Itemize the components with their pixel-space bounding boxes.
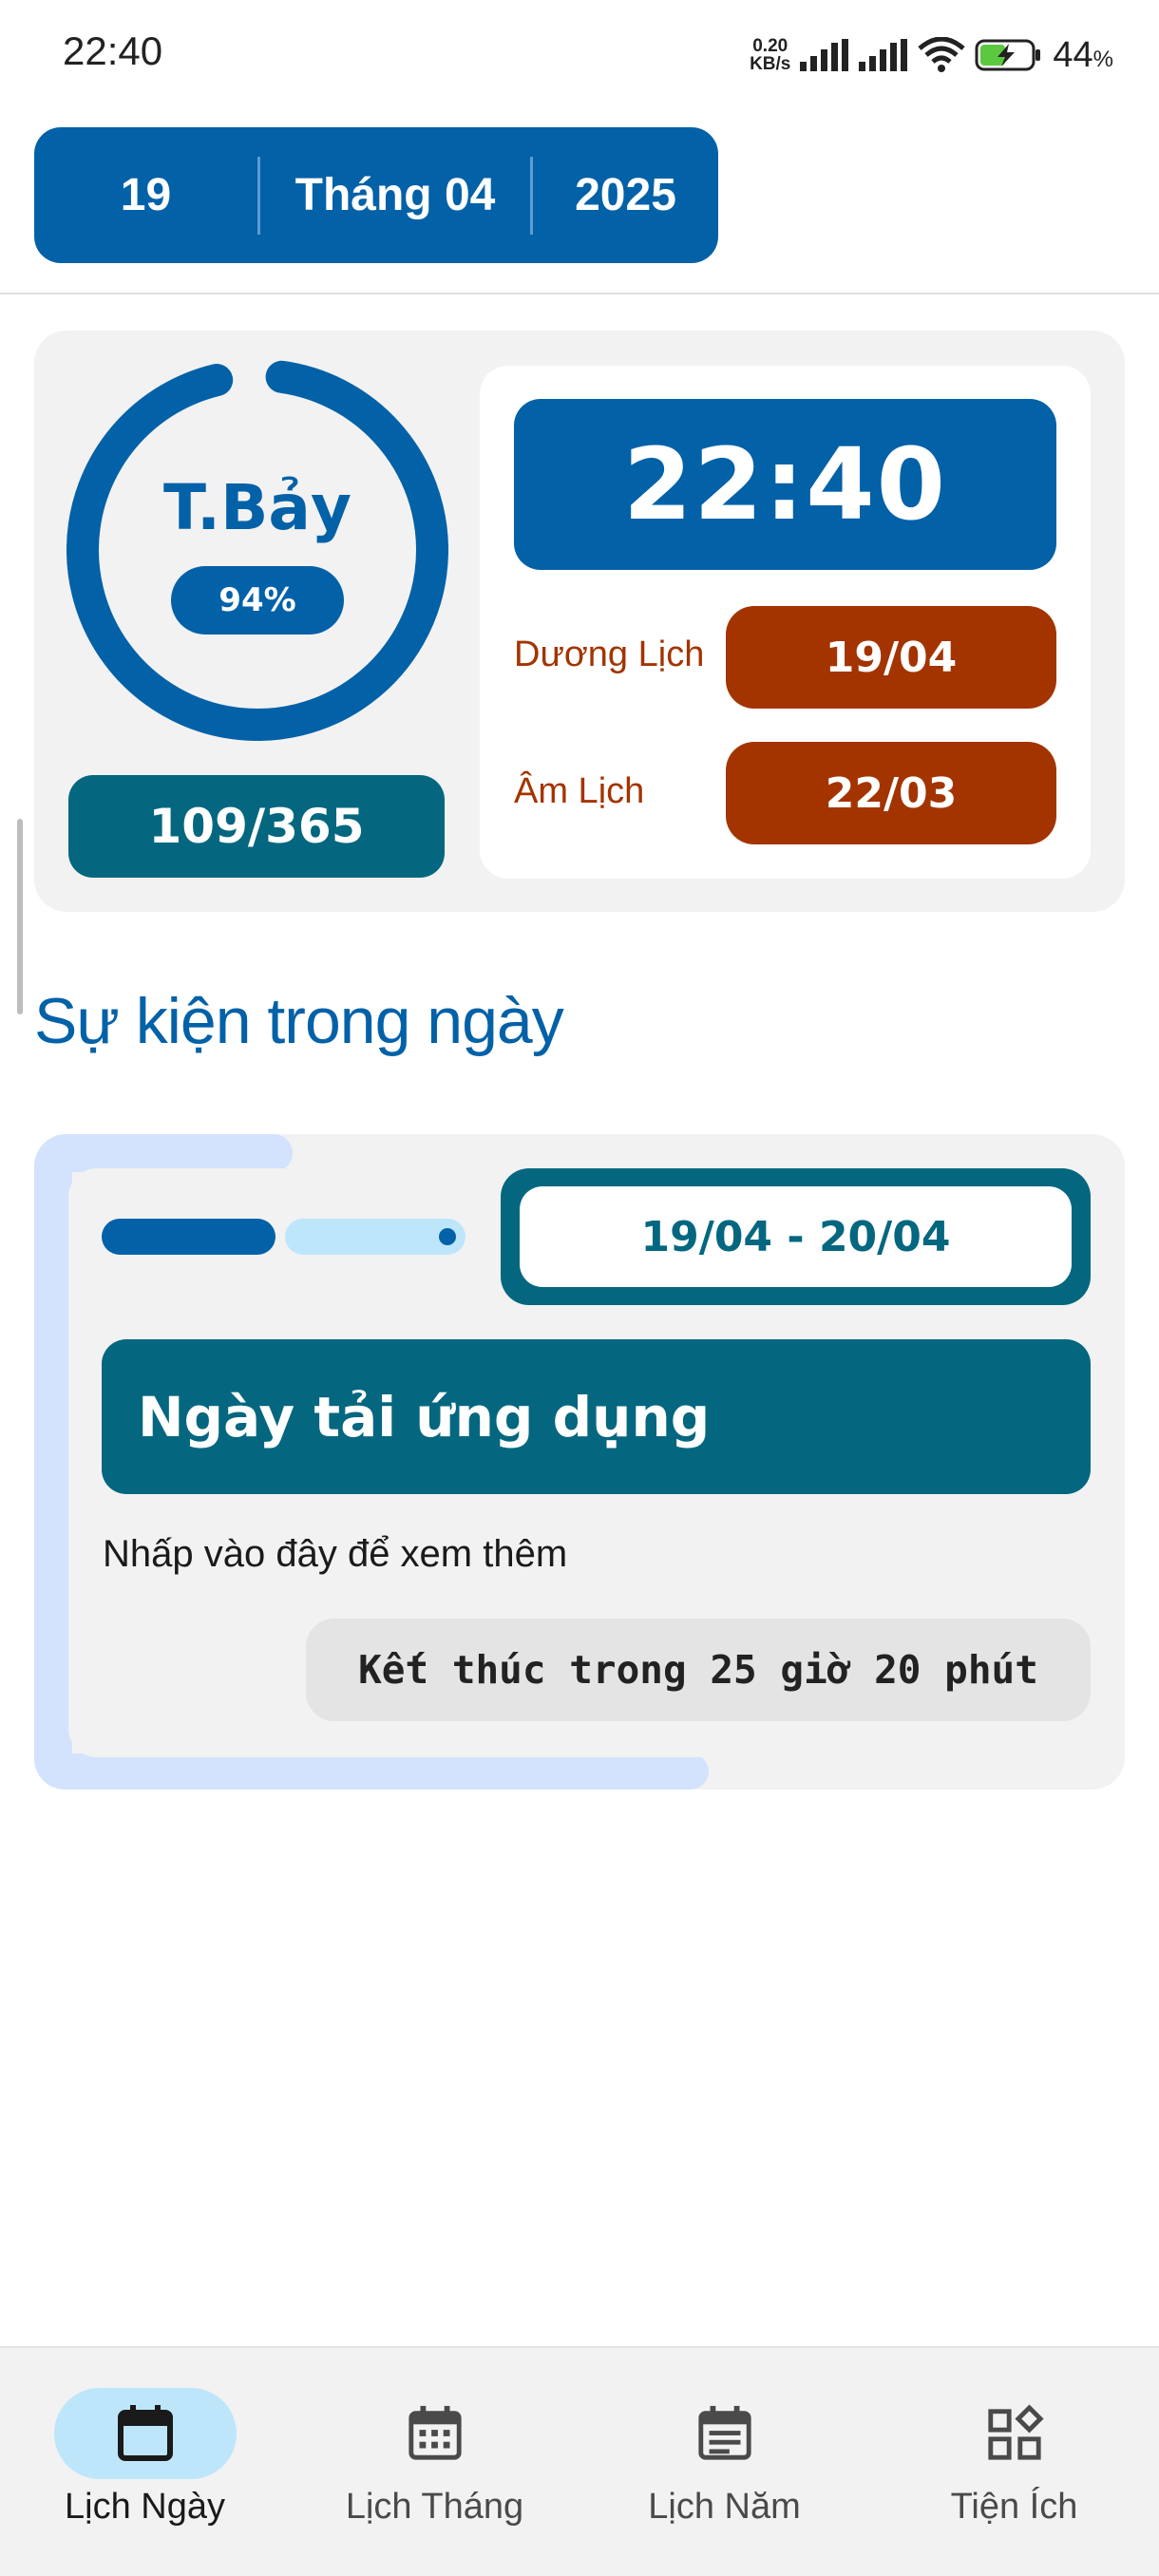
nav-icon-slot	[634, 2388, 816, 2479]
weekday-label: T.Bảy	[163, 471, 352, 544]
solar-calendar-label: Dương Lịch	[514, 635, 705, 674]
nav-icon-slot	[923, 2388, 1106, 2479]
event-card-accent-left	[34, 1134, 72, 1790]
event-card-accent-top	[34, 1134, 293, 1172]
date-picker: 19 Tháng 04 2025	[34, 127, 718, 263]
nav-label: Lịch Năm	[648, 2487, 801, 2527]
current-time: 22:40	[514, 399, 1056, 570]
nav-label: Lịch Ngày	[65, 2487, 225, 2527]
event-progress-elapsed	[102, 1219, 276, 1255]
day-of-year-badge: 109/365	[68, 775, 445, 878]
net-speed-unit: KB/s	[750, 54, 791, 74]
day-progress-arc	[66, 359, 448, 741]
event-countdown: Kết thúc trong 25 giờ 20 phút	[306, 1619, 1091, 1721]
nav-label: Lịch Tháng	[345, 2487, 524, 2527]
net-speed: 0.20 KB/s	[750, 37, 790, 73]
event-date-range: 19/04 - 20/04	[520, 1186, 1072, 1287]
calendar-day-icon	[117, 2405, 173, 2461]
widgets-icon	[987, 2404, 1044, 2460]
calendar-year-icon	[697, 2405, 751, 2460]
battery-level: 44%	[1053, 35, 1113, 76]
nav-label: Tiện Ích	[950, 2487, 1078, 2527]
year-selector[interactable]: 2025	[533, 127, 718, 263]
signal-1-icon	[800, 39, 849, 71]
day-progress-ring	[66, 359, 448, 741]
solar-date-badge[interactable]: 19/04	[726, 606, 1056, 709]
nav-icon-slot	[344, 2388, 526, 2479]
day-progress-badge: 94%	[171, 566, 344, 635]
battery-charging-icon	[975, 39, 1041, 71]
nav-active-indicator	[53, 2388, 237, 2479]
event-progress-marker	[439, 1228, 456, 1245]
calendar-month-icon	[408, 2405, 462, 2460]
scroll-indicator[interactable]	[17, 819, 23, 1014]
status-time: 22:40	[63, 28, 163, 73]
signal-2-icon	[859, 39, 908, 71]
net-speed-value: 0.20	[752, 36, 788, 56]
nav-item-yearly[interactable]: Lịch Năm	[580, 2346, 869, 2576]
nav-item-monthly[interactable]: Lịch Tháng	[290, 2346, 580, 2576]
event-card-accent-bottom	[34, 1753, 709, 1790]
wifi-icon	[918, 37, 966, 72]
month-selector[interactable]: Tháng 04	[260, 127, 530, 263]
nav-item-utilities[interactable]: Tiện Ích	[869, 2346, 1159, 2576]
lunar-calendar-label: Âm Lịch	[514, 771, 645, 811]
event-more-hint[interactable]: Nhấp vào đây để xem thêm	[103, 1533, 567, 1576]
header-divider	[0, 293, 1159, 294]
event-title[interactable]: Ngày tải ứng dụng	[102, 1339, 1091, 1494]
battery-unit: %	[1092, 46, 1113, 72]
day-selector[interactable]: 19	[34, 127, 257, 263]
battery-percent: 44	[1053, 34, 1093, 75]
lunar-date-badge[interactable]: 22/03	[726, 742, 1056, 844]
nav-item-daily[interactable]: Lịch Ngày	[0, 2346, 290, 2576]
status-icons: 0.20 KB/s 44%	[750, 32, 1113, 78]
events-section-title: Sự kiện trong ngày	[34, 985, 564, 1057]
